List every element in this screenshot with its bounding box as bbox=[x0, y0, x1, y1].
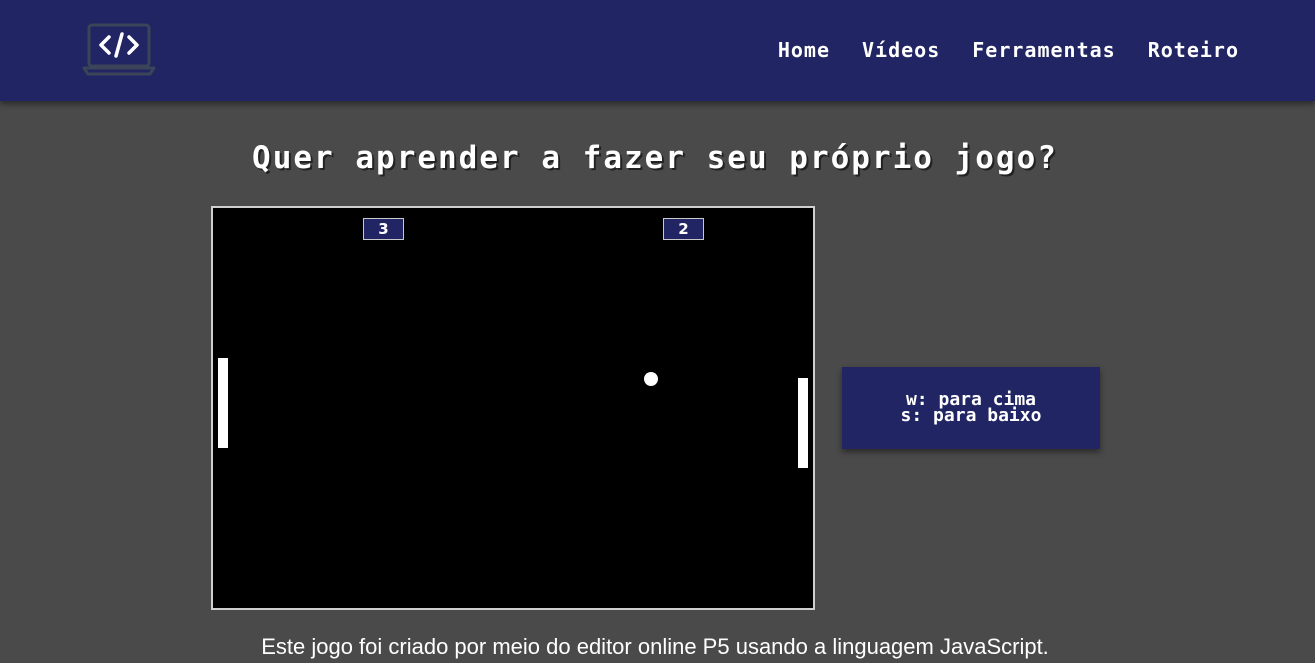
game-caption: Este jogo foi criado por meio do editor … bbox=[261, 634, 1049, 659]
nav-link-roteiro[interactable]: Roteiro bbox=[1148, 38, 1239, 62]
controls-panel: w: para cima s: para baixo bbox=[842, 367, 1100, 449]
nav-link-home[interactable]: Home bbox=[778, 38, 830, 62]
score-left: 3 bbox=[363, 218, 404, 240]
nav-link-ferramentas[interactable]: Ferramentas bbox=[972, 38, 1115, 62]
control-down-label: s: para baixo bbox=[900, 405, 1042, 426]
nav-link-videos[interactable]: Vídeos bbox=[862, 38, 940, 62]
page-title: Quer aprender a fazer seu próprio jogo? bbox=[252, 140, 1058, 176]
main-nav: Home Vídeos Ferramentas Roteiro bbox=[778, 38, 1239, 62]
laptop-code-icon[interactable] bbox=[82, 22, 156, 78]
pong-game-canvas[interactable]: 3 2 bbox=[211, 206, 815, 610]
left-paddle bbox=[218, 358, 228, 448]
score-right: 2 bbox=[663, 218, 704, 240]
ball bbox=[644, 372, 658, 386]
right-paddle bbox=[798, 378, 808, 468]
site-header: Home Vídeos Ferramentas Roteiro bbox=[0, 0, 1315, 101]
